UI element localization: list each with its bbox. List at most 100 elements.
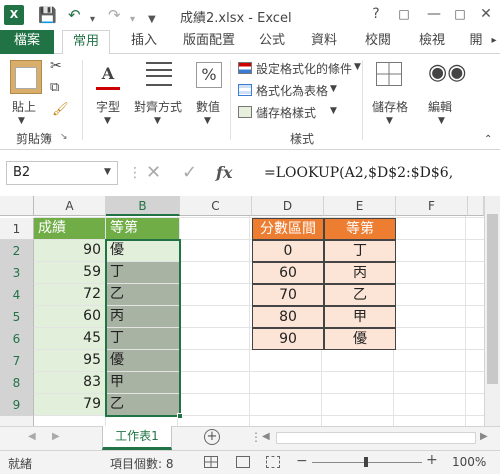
score-cell[interactable]: 60 [34, 306, 106, 328]
range-cell[interactable]: 70 [252, 284, 324, 306]
vertical-scrollbar[interactable] [484, 196, 500, 426]
ribbon-display-icon[interactable]: □ [390, 4, 418, 24]
header-cell-range[interactable]: 分數區間 [252, 218, 324, 240]
row-header[interactable]: 3 [0, 262, 34, 284]
minimize-button[interactable]: — [420, 4, 448, 24]
format-table-dropdown-icon[interactable]: ▼ [330, 84, 337, 94]
grade-cell[interactable]: 丁 [106, 262, 180, 284]
paste-button[interactable]: 貼上 [12, 98, 36, 115]
tab-page-layout[interactable]: 版面配置 [176, 30, 242, 54]
prev-sheet-icon[interactable]: ◀ [28, 431, 36, 442]
grade-cell[interactable]: 甲 [106, 372, 180, 394]
tab-insert[interactable]: 插入 [124, 30, 164, 54]
header-cell-grade-lookup[interactable]: 等第 [324, 218, 396, 240]
column-header-b[interactable]: B [106, 196, 180, 216]
row-header[interactable]: 7 [0, 350, 34, 372]
header-cell-score[interactable]: 成績 [34, 218, 106, 240]
row-header[interactable]: 8 [0, 372, 34, 394]
font-icon[interactable]: A [96, 62, 120, 90]
cell-styles-dropdown-icon[interactable]: ▼ [330, 106, 337, 116]
zoom-slider-thumb[interactable] [364, 457, 368, 467]
font-dropdown-icon[interactable]: ▼ [104, 116, 111, 126]
edit-dropdown-icon[interactable]: ▼ [438, 116, 445, 126]
lookup-grade-cell[interactable]: 優 [324, 328, 396, 350]
redo-dropdown-icon[interactable]: ▾ [130, 10, 135, 30]
name-box[interactable]: B2 [6, 161, 118, 185]
grade-cell[interactable]: 乙 [106, 394, 180, 416]
grade-cell[interactable]: 優 [106, 350, 180, 372]
format-as-table-button[interactable]: 格式化為表格 [256, 82, 328, 99]
alignment-dropdown-icon[interactable]: ▼ [154, 116, 161, 126]
select-all-corner[interactable] [0, 196, 34, 216]
grade-cell[interactable]: 丁 [106, 328, 180, 350]
score-cell[interactable]: 90 [34, 240, 106, 262]
number-dropdown-icon[interactable]: ▼ [204, 116, 211, 126]
range-cell[interactable]: 60 [252, 262, 324, 284]
row-header[interactable]: 1 [0, 218, 34, 240]
horizontal-scrollbar[interactable] [276, 432, 476, 444]
column-header-a[interactable]: A [34, 196, 106, 216]
row-header[interactable]: 5 [0, 306, 34, 328]
lookup-grade-cell[interactable]: 甲 [324, 306, 396, 328]
page-break-icon[interactable] [266, 456, 280, 468]
tab-view[interactable]: 檢視 [412, 30, 452, 54]
name-box-dropdown-icon[interactable]: ▼ [104, 167, 111, 177]
scroll-right-icon[interactable]: ▸ [488, 30, 500, 54]
score-cell[interactable]: 45 [34, 328, 106, 350]
conditional-format-dropdown-icon[interactable]: ▼ [354, 62, 361, 72]
add-sheet-icon[interactable]: + [204, 429, 220, 445]
clipboard-launcher-icon[interactable]: ↘ [60, 132, 68, 142]
insert-function-icon[interactable]: fx [216, 161, 232, 185]
row-header[interactable]: 9 [0, 394, 34, 416]
score-cell[interactable]: 95 [34, 350, 106, 372]
next-sheet-icon[interactable]: ▶ [52, 431, 60, 442]
binoculars-icon[interactable]: ◉◉ [428, 60, 466, 85]
cell-styles-button[interactable]: 儲存格樣式 [256, 104, 316, 121]
zoom-in-icon[interactable]: + [426, 452, 438, 468]
close-button[interactable]: ✕ [472, 4, 500, 24]
column-header-c[interactable]: C [180, 196, 252, 216]
tab-file[interactable]: 檔案 [0, 30, 54, 54]
more-sheets-icon[interactable]: ⋮ [250, 430, 262, 444]
cut-icon[interactable]: ✂ [50, 58, 62, 74]
page-layout-icon[interactable] [236, 456, 250, 468]
cancel-icon[interactable]: ✕ [146, 161, 161, 185]
redo-icon[interactable]: ↷ [108, 5, 121, 25]
range-cell[interactable]: 90 [252, 328, 324, 350]
help-button[interactable]: ? [362, 4, 390, 24]
column-header-e[interactable]: E [324, 196, 396, 216]
scroll-left-icon[interactable]: ◀ [262, 431, 270, 442]
undo-dropdown-icon[interactable]: ▾ [90, 10, 95, 30]
alignment-icon[interactable] [146, 62, 172, 86]
formula-input[interactable]: =LOOKUP(A2,$D$2:$D$6, [250, 161, 500, 185]
grade-cell[interactable]: 優 [106, 240, 180, 262]
sheet-tab[interactable]: 工作表1 [102, 426, 172, 450]
grade-cell[interactable]: 乙 [106, 284, 180, 306]
lookup-grade-cell[interactable]: 丙 [324, 262, 396, 284]
score-cell[interactable]: 83 [34, 372, 106, 394]
paste-dropdown-icon[interactable]: ▼ [18, 116, 25, 126]
font-button[interactable]: 字型 [96, 98, 120, 115]
column-header-d[interactable]: D [252, 196, 324, 216]
tab-review[interactable]: 校閱 [358, 30, 398, 54]
cells-button[interactable]: 儲存格 [372, 98, 408, 115]
score-cell[interactable]: 72 [34, 284, 106, 306]
range-cell[interactable]: 80 [252, 306, 324, 328]
tab-data[interactable]: 資料 [304, 30, 344, 54]
row-header[interactable]: 4 [0, 284, 34, 306]
row-header[interactable]: 6 [0, 328, 34, 350]
row-header[interactable]: 2 [0, 240, 34, 262]
save-icon[interactable]: 💾 [38, 5, 57, 25]
range-cell[interactable]: 0 [252, 240, 324, 262]
tab-more[interactable]: 開 [466, 30, 486, 54]
alignment-button[interactable]: 對齊方式 [134, 98, 182, 115]
tab-formulas[interactable]: 公式 [252, 30, 292, 54]
grade-cell[interactable]: 丙 [106, 306, 180, 328]
normal-view-icon[interactable] [204, 456, 218, 468]
cells-dropdown-icon[interactable]: ▼ [386, 116, 393, 126]
maximize-button[interactable]: □ [446, 4, 474, 24]
zoom-level[interactable]: 100% [452, 455, 486, 469]
score-cell[interactable]: 79 [34, 394, 106, 416]
number-button[interactable]: 數值 [196, 98, 220, 115]
column-header-g[interactable] [468, 196, 484, 216]
